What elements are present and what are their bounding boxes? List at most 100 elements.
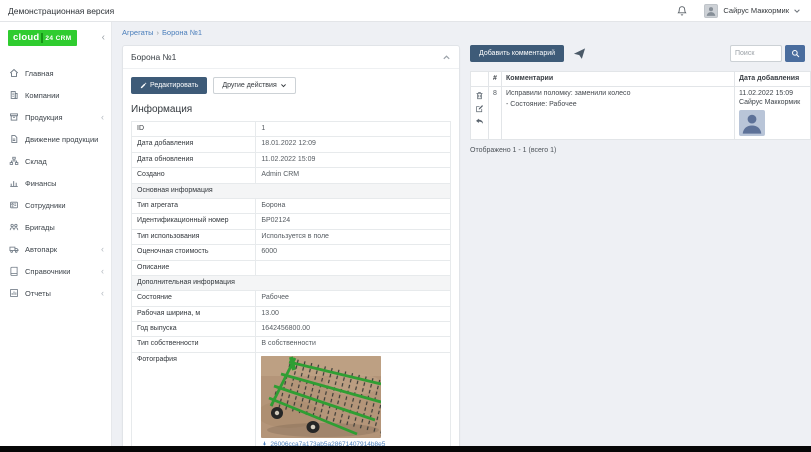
products-icon [9,112,19,122]
comment-row: 8 Исправили поломку: заменили колесо - Сос… [470,86,811,141]
comment-number: 8 [488,86,502,141]
info-row-label: Тип агрегата [130,197,257,215]
page-title: Борона №1 [131,52,177,62]
bell-icon[interactable] [676,5,688,17]
search-input[interactable] [730,45,782,62]
sidebar-item-label: Главная [25,68,54,78]
info-row-value: 6000 [255,244,451,261]
sidebar-item-0[interactable]: Главная [0,62,111,84]
info-row: Идентификационный номер БР02124 [130,213,451,230]
sidebar-item-6[interactable]: Сотрудники [0,194,111,216]
sidebar-item-8[interactable]: Автопарк ‹ [0,238,111,260]
breadcrumb: Агрегаты › Борона №1 [122,28,811,37]
app-logo[interactable]: cloud 24 CRM [8,30,77,46]
number-column-header: # [488,70,502,88]
info-row-label: Год выпуска [130,321,257,338]
logo-divider [41,32,44,43]
avatar[interactable] [704,3,719,18]
search-icon [791,49,800,58]
sidebar-collapse-icon[interactable]: ‹ [102,33,105,43]
info-row-value: 11.02.2022 15:09 [255,151,451,169]
comments-table: # Комментарии Дата добавления 8 Исправили… [470,70,811,141]
sidebar-item-2[interactable]: Продукция ‹ [0,106,111,128]
sidebar-item-4[interactable]: Склад [0,150,111,172]
sidebar-item-label: Сотрудники [25,200,66,210]
warehouse-icon [9,156,19,166]
comment-text: Исправили поломку: заменили колесо - Сост… [501,86,735,141]
sidebar-item-3[interactable]: Движение продукции [0,128,111,150]
info-row-value [255,259,451,276]
detail-card: Борона №1 Редактировать Другие действия … [122,45,460,446]
info-row: Дата добавления 18.01.2022 12:09 [130,136,451,153]
topbar: Демонстрационная версия Сайрус Маккормик [0,0,811,22]
companies-icon [9,90,19,100]
info-row-value: 13.00 [255,305,451,323]
chevron-left-icon: ‹ [101,243,104,254]
bottom-bar [0,446,811,452]
user-menu[interactable]: Сайрус Маккормик [723,6,789,15]
detail-card-header: Борона №1 [123,46,459,69]
breadcrumb-parent-link[interactable]: Агрегаты [122,28,153,37]
trash-icon[interactable] [475,91,484,100]
sidebar-item-7[interactable]: Бригады [0,216,111,238]
reply-icon[interactable] [475,117,484,126]
info-row: ID 1 [130,120,451,138]
home-icon [9,68,19,78]
product-movement-icon [9,134,19,144]
info-section-label: Основная информация [131,182,451,199]
add-comment-button[interactable]: Добавить комментарий [470,45,565,62]
sidebar-item-10[interactable]: Отчеты ‹ [0,282,111,304]
employees-icon [9,200,19,210]
sidebar-item-label: Продукция [25,112,63,122]
sidebar-item-label: Движение продукции [25,134,99,144]
finance-icon [9,178,19,188]
info-heading: Информация [131,104,193,115]
info-section-row: Дополнительная информация [131,274,451,292]
info-row-value: 1 [255,120,451,138]
search-button[interactable] [785,45,805,62]
info-row-label: ID [130,120,257,138]
sidebar-item-1[interactable]: Компании [0,84,111,106]
main-content: Агрегаты › Борона №1 Борона №1 Редактиро… [112,22,811,446]
catalogs-icon [9,266,19,276]
info-row-value: 1642456800.00 [255,321,451,338]
photo-label: Фотография [130,351,257,446]
breadcrumb-current-link[interactable]: Борона №1 [162,28,202,37]
info-row-value: БР02124 [255,213,451,230]
info-row-label: Дата добавления [130,136,257,153]
sidebar-item-label: Компании [25,90,60,100]
breadcrumb-separator: › [156,28,159,37]
sidebar-item-label: Склад [25,156,47,166]
info-row-label: Тип использования [130,228,257,246]
comment-author: Сайрус Маккормик [739,98,801,106]
info-row: Рабочая ширина, м 13.00 [130,305,451,323]
info-row-label: Рабочая ширина, м [130,305,257,323]
comment-date: 11.02.2022 15:09 [739,90,793,98]
chevron-up-icon[interactable] [442,53,451,62]
sidebar-nav: Главная Компании Продукция ‹ Движение продук… [0,62,111,304]
edit-icon[interactable] [475,104,484,113]
send-icon[interactable] [573,47,586,60]
info-row: Описание [130,259,451,276]
edit-button[interactable]: Редактировать [131,77,208,94]
info-row-value: В собственности [255,336,451,353]
comments-section: Добавить комментарий Поиск # Комментарии… [470,45,811,154]
info-row-label: Описание [130,259,257,276]
info-row-label: Оценочная стоимость [130,244,257,261]
chevron-down-icon[interactable] [793,7,801,15]
info-row: Состояние Рабочее [130,290,451,307]
info-row-label: Тип собственности [130,336,257,353]
sidebar-item-label: Бригады [25,222,55,232]
pencil-icon [140,82,147,89]
info-row-value: Используется в поле [255,228,451,246]
sidebar-item-9[interactable]: Справочники ‹ [0,260,111,282]
sidebar-item-5[interactable]: Финансы [0,172,111,194]
sidebar: cloud 24 CRM ‹ Главная Компании Продукция ‹… [0,22,112,446]
reports-icon [9,288,19,298]
other-actions-button[interactable]: Другие действия [213,77,296,94]
info-table: ID 1 Дата добавления 18.01.2022 12:09 Дата о… [130,120,451,446]
comments-header-row: # Комментарии Дата добавления [470,70,811,88]
equipment-photo [261,355,382,438]
info-row-label: Дата обновления [130,151,257,169]
pagination-summary: Отображено 1 - 1 (всего 1) [470,147,557,155]
